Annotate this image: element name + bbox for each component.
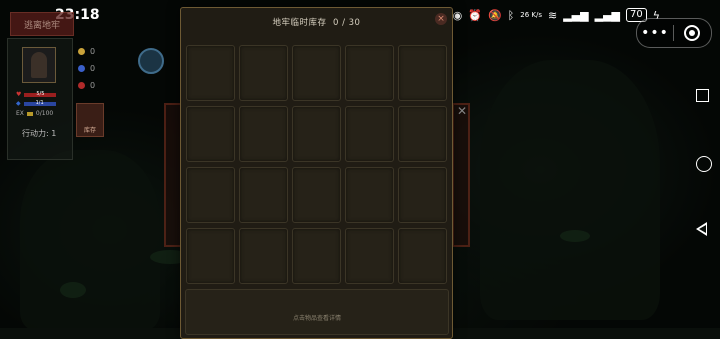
inventory-slot[interactable] [398, 167, 447, 223]
inventory-slot[interactable] [239, 106, 288, 162]
action-points: 行动力: 1 [22, 129, 57, 138]
exit-miniprogram-button[interactable] [674, 25, 710, 41]
inventory-slot[interactable] [186, 167, 235, 223]
bluetooth-icon: ᛒ [507, 8, 515, 22]
avatar[interactable] [22, 47, 56, 83]
player-status-panel: ♥ 5/5 ◆ 1/1 EX 0/100 行动力: 1 [7, 38, 73, 160]
signal-icon: ▂▄▆ [563, 8, 589, 22]
inventory-slot[interactable] [292, 167, 341, 223]
inventory-bag-button[interactable]: 库存 [76, 103, 104, 137]
inventory-slot[interactable] [239, 45, 288, 101]
resource-list: 0 0 0 [78, 47, 95, 90]
mana-icon: ◆ [16, 100, 21, 107]
red-gem-count: 0 [90, 81, 96, 90]
inventory-slot[interactable] [345, 45, 394, 101]
miniprogram-capsule: ••• [636, 18, 712, 48]
eye-icon: ◉ [452, 8, 463, 22]
heart-icon: ♥ [16, 91, 22, 98]
inventory-slot[interactable] [186, 45, 235, 101]
background-close-icon: ✕ [457, 104, 468, 118]
home-button[interactable] [696, 156, 712, 172]
gold-icon [78, 48, 85, 55]
bag-label: 库存 [83, 127, 96, 134]
ex-label: EX [16, 110, 24, 117]
more-menu-button[interactable]: ••• [637, 25, 673, 41]
compass-icon[interactable] [138, 48, 164, 74]
detail-hint: 点击物品查看详情 [292, 315, 341, 322]
red-gem-icon [78, 82, 85, 89]
inventory-slot[interactable] [239, 167, 288, 223]
storage-count: 0 / 30 [332, 18, 361, 28]
escape-dungeon-button[interactable]: 逃离地牢 [10, 12, 74, 36]
signal-icon-2: ▂▄▆ [594, 8, 620, 22]
modal-title-text: 地牢临时库存 [272, 18, 327, 28]
inventory-slot[interactable] [292, 45, 341, 101]
net-speed: 26 K/s [520, 11, 542, 19]
inventory-slot[interactable] [398, 106, 447, 162]
inventory-slot[interactable] [398, 228, 447, 284]
alarm-icon: ⏰ [468, 8, 482, 22]
target-icon [684, 25, 700, 41]
mp-value: 1/1 [35, 99, 44, 106]
gold-count: 0 [90, 47, 96, 56]
mute-icon: 🔕 [487, 8, 502, 22]
ex-value: 0/100 [35, 110, 54, 117]
dungeon-storage-modal: 地牢临时库存 0 / 30 × 点击物品查看详情 [180, 7, 453, 339]
close-button[interactable]: × [435, 13, 447, 25]
blue-gem-icon [78, 65, 85, 72]
inventory-slot[interactable] [186, 228, 235, 284]
inventory-slot[interactable] [345, 106, 394, 162]
background-panel-right [452, 103, 470, 247]
inventory-slot[interactable] [186, 106, 235, 162]
inventory-slot[interactable] [292, 228, 341, 284]
item-detail-panel: 点击物品查看详情 [185, 289, 449, 335]
hp-value: 5/5 [36, 90, 45, 97]
wifi-icon: ≋ [548, 8, 558, 22]
modal-title: 地牢临时库存 0 / 30 [181, 16, 452, 28]
inventory-slot[interactable] [292, 106, 341, 162]
inventory-slot[interactable] [398, 45, 447, 101]
recent-apps-button[interactable] [696, 89, 709, 102]
blue-gem-count: 0 [90, 64, 96, 73]
inventory-slot[interactable] [239, 228, 288, 284]
inventory-slot[interactable] [345, 167, 394, 223]
inventory-slot[interactable] [345, 228, 394, 284]
item-grid [186, 45, 448, 284]
